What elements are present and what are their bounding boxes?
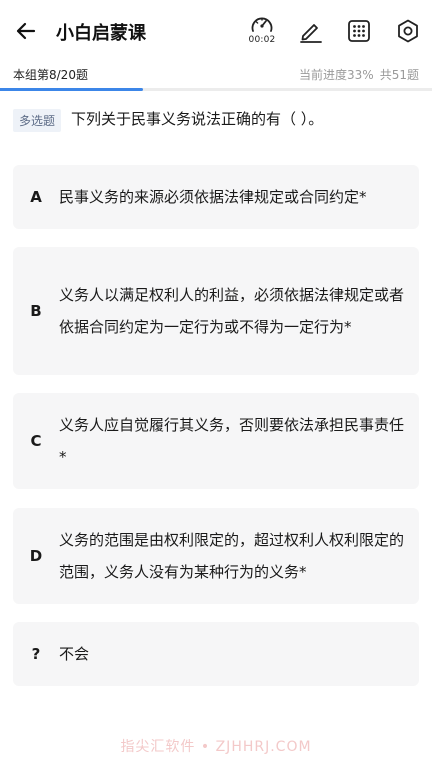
option-text: 民事义务的来源必须依据法律规定或合同约定* [59, 188, 367, 206]
back-button[interactable] [12, 17, 40, 45]
settings-button[interactable] [394, 17, 422, 45]
pencil-icon [300, 24, 322, 43]
option-dont-know[interactable]: ? 不会 [13, 622, 419, 686]
progress-bar-fill [0, 88, 143, 91]
question-type-badge: 多选题 [13, 109, 62, 132]
option-letter: D [29, 547, 43, 565]
app-header: 小白启蒙课 00:02 [0, 0, 432, 62]
option-text: 义务人应自觉履行其义务，否则要依法承担民事责任* [59, 416, 405, 466]
option-letter: ? [31, 645, 41, 663]
timer[interactable]: 00:02 [246, 14, 278, 48]
option-letter: B [30, 302, 42, 320]
hexagon-settings-icon [398, 19, 418, 43]
option-letter: A [30, 188, 42, 206]
total-count: 共51题 [379, 68, 419, 82]
answer-sheet-button[interactable] [345, 17, 373, 45]
option-text: 义务的范围是由权利限定的，超过权利人权利限定的范围，义务人没有为某种行为的义务* [59, 531, 405, 581]
option-letter: C [30, 432, 42, 450]
timer-value: 00:02 [248, 35, 276, 45]
option-c[interactable]: C 义务人应自觉履行其义务，否则要依法承担民事责任* [13, 393, 419, 489]
progress-row: 本组第8/20题 当前进度33% 共51题 [0, 62, 432, 92]
progress-info: 当前进度33% 共51题 [293, 66, 419, 83]
edit-button[interactable] [297, 17, 325, 45]
progress-percent: 当前进度33% [299, 68, 374, 82]
page-title: 小白启蒙课 [56, 23, 146, 44]
option-d[interactable]: D 义务的范围是由权利限定的，超过权利人权利限定的范围，义务人没有为某种行为的义… [13, 508, 419, 604]
watermark: 指尖汇软件 • ZJHHRJ.COM [120, 739, 312, 755]
progress-bar [0, 88, 432, 91]
grid-icon [348, 20, 370, 42]
option-a[interactable]: A 民事义务的来源必须依据法律规定或合同约定* [13, 165, 419, 229]
question-text: 下列关于民事义务说法正确的有（ ）。 [71, 110, 324, 128]
group-position: 本组第8/20题 [13, 68, 88, 82]
stopwatch-icon [251, 17, 273, 32]
option-text: 不会 [59, 645, 90, 663]
option-text: 义务人以满足权利人的利益，必须依据法律规定或者依据合同约定为一定行为或不得为一定… [59, 286, 405, 336]
option-b[interactable]: B 义务人以满足权利人的利益，必须依据法律规定或者依据合同约定为一定行为或不得为… [13, 247, 419, 375]
question: 多选题 下列关于民事义务说法正确的有（ ）。 [13, 108, 419, 132]
arrow-left-icon [16, 22, 36, 40]
